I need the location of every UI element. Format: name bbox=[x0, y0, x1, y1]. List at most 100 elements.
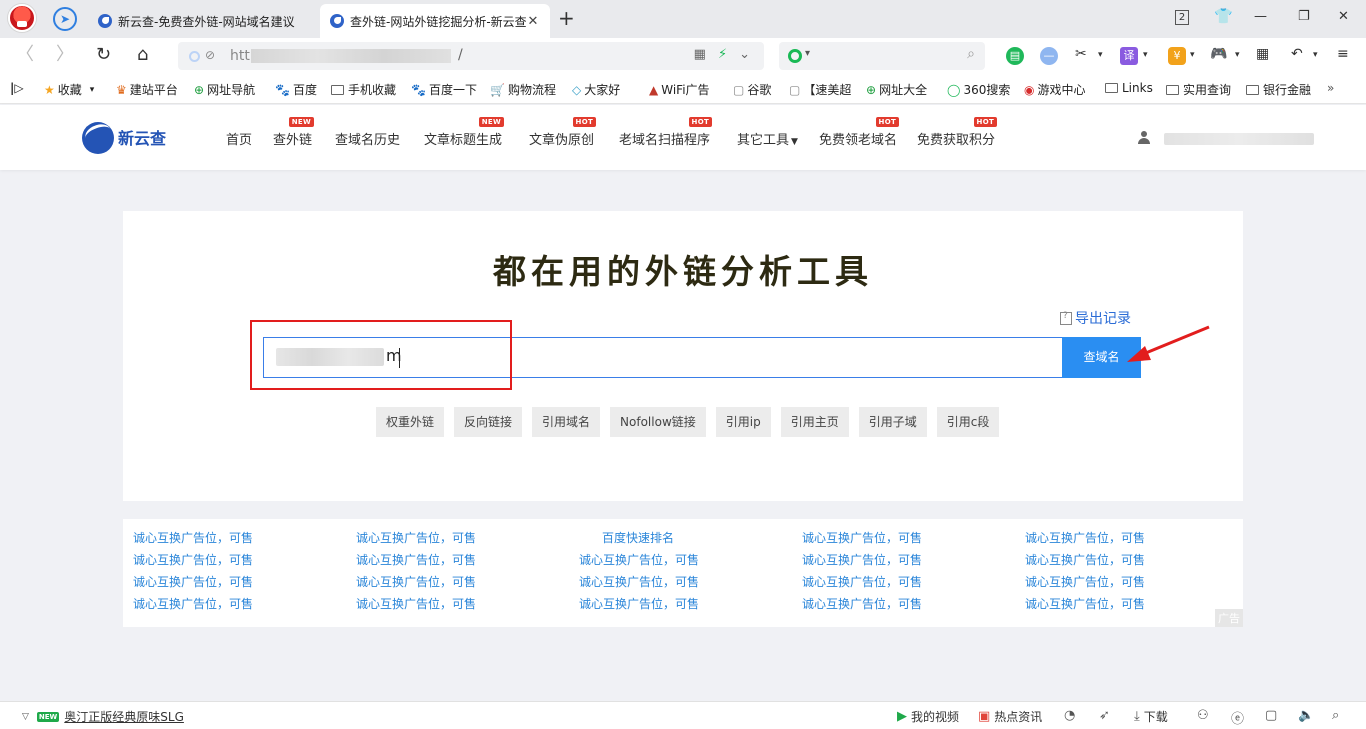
speed-icon[interactable]: ◔ bbox=[1064, 708, 1075, 723]
bookmark-item[interactable]: 🐾 百度一下 bbox=[411, 81, 477, 98]
nav-free-old-domain[interactable]: 免费领老域名 HOT bbox=[819, 117, 900, 148]
browser-tab-2-active[interactable]: 查外链-网站外链挖掘分析-新云查 ✕ bbox=[320, 4, 550, 38]
bookmark-folder[interactable]: 银行金融 bbox=[1246, 81, 1311, 98]
ad-link[interactable]: 诚心互换广告位，可售 bbox=[579, 574, 802, 590]
gamepad-icon[interactable]: 🎮 bbox=[1210, 46, 1227, 62]
ad-link[interactable]: 诚心互换广告位，可售 bbox=[133, 596, 356, 612]
bookmark-item[interactable]: ♛ 建站平台 bbox=[116, 81, 178, 98]
ad-link[interactable]: 诚心互换广告位，可售 bbox=[579, 596, 802, 612]
ad-link[interactable]: 诚心互换广告位，可售 bbox=[356, 552, 579, 568]
glasses-icon[interactable]: ⚇ bbox=[1197, 708, 1209, 723]
nav-other-tools[interactable]: 其它工具 ▼ bbox=[737, 129, 798, 148]
bookmark-item[interactable]: ▢ 谷歌 bbox=[733, 81, 771, 98]
tab-referring-subdomains[interactable]: 引用子域 bbox=[858, 407, 927, 437]
site-logo-text[interactable]: 新云查 bbox=[118, 125, 166, 149]
promo-link[interactable]: 奥汀正版经典原味SLG bbox=[64, 708, 184, 725]
more-bookmarks-icon[interactable]: » bbox=[1327, 81, 1334, 95]
back-arrow-icon[interactable]: 〈 bbox=[16, 46, 34, 64]
bookmark-favorites[interactable]: ★ 收藏 ▾ bbox=[44, 81, 97, 98]
minus-circle-icon[interactable]: — bbox=[1040, 47, 1058, 65]
home-icon[interactable]: ⌂ bbox=[137, 46, 148, 64]
chevron-down-icon[interactable]: ⌄ bbox=[739, 47, 750, 62]
rocket-icon[interactable]: ➶ bbox=[1099, 708, 1110, 723]
ad-link[interactable]: 诚心互换广告位，可售 bbox=[802, 552, 1025, 568]
bookmark-item[interactable]: ⊕ 网址大全 bbox=[866, 81, 927, 98]
tab-referring-ip[interactable]: 引用ip bbox=[715, 407, 771, 437]
nav-domain-history[interactable]: 查域名历史 bbox=[335, 129, 400, 148]
bookmark-item[interactable]: 🐾 百度 bbox=[275, 81, 317, 98]
bookmark-item[interactable]: 🛒 购物流程 bbox=[490, 81, 556, 98]
ad-link[interactable]: 诚心互换广告位，可售 bbox=[579, 552, 802, 568]
tab-count-badge[interactable]: 2 bbox=[1175, 10, 1189, 25]
ad-link[interactable]: 诚心互换广告位，可售 bbox=[802, 530, 1025, 546]
bookmark-folder[interactable]: 手机收藏 bbox=[331, 81, 396, 98]
ad-link[interactable]: 诚心互换广告位，可售 bbox=[356, 530, 579, 546]
tab-nofollow-links[interactable]: Nofollow链接 bbox=[610, 407, 706, 437]
ad-link[interactable]: 诚心互换广告位，可售 bbox=[1025, 574, 1243, 590]
tab-reverse-links[interactable]: 反向链接 bbox=[454, 407, 523, 437]
ad-link[interactable]: 百度快速排名 bbox=[579, 530, 802, 546]
zoom-search-icon[interactable]: ⌕ bbox=[1332, 708, 1339, 723]
coupon-shield-icon[interactable]: ¥ bbox=[1168, 47, 1186, 65]
promo-item[interactable]: ▽ NEW 奥汀正版经典原味SLG bbox=[22, 708, 184, 725]
qr-code-icon[interactable]: ▦ bbox=[694, 47, 706, 62]
undo-icon[interactable]: ↶ bbox=[1291, 46, 1303, 62]
user-icon[interactable] bbox=[1138, 131, 1150, 145]
bookmark-item[interactable]: ◇ 大家好 bbox=[572, 81, 620, 98]
scissors-icon[interactable]: ✂ bbox=[1075, 46, 1087, 62]
volume-icon[interactable]: 🔈 bbox=[1298, 708, 1314, 723]
restore-icon[interactable]: ❐ bbox=[1298, 9, 1310, 24]
game-dropdown-icon[interactable]: ▾ bbox=[1235, 50, 1240, 60]
translate-dropdown-icon[interactable]: ▾ bbox=[1143, 50, 1148, 60]
nav-backlinks[interactable]: 查外链 NEW bbox=[273, 117, 315, 148]
search-engine-box[interactable]: ▾ ⌕ bbox=[779, 42, 985, 70]
privacy-blocked-icon[interactable]: ⊘ bbox=[205, 48, 215, 62]
translate-icon[interactable]: 译 bbox=[1120, 47, 1138, 65]
forward-arrow-icon[interactable]: 〉 bbox=[56, 46, 74, 64]
hot-news-item[interactable]: ▣ 热点资讯 bbox=[978, 708, 1042, 725]
ad-link[interactable]: 诚心互换广告位，可售 bbox=[133, 530, 356, 546]
search-icon[interactable]: ⌕ bbox=[967, 46, 975, 62]
tab-referring-homepage[interactable]: 引用主页 bbox=[780, 407, 849, 437]
browser-logo-icon[interactable] bbox=[8, 4, 36, 32]
ad-link[interactable]: 诚心互换广告位，可售 bbox=[802, 596, 1025, 612]
ad-link[interactable]: 诚心互换广告位，可售 bbox=[356, 574, 579, 590]
ad-link[interactable]: 诚心互换广告位，可售 bbox=[1025, 596, 1243, 612]
speed-bolt-icon[interactable]: ⚡ bbox=[718, 47, 727, 62]
reader-book-icon[interactable]: ▤ bbox=[1006, 47, 1024, 65]
window-close-icon[interactable]: ✕ bbox=[1338, 9, 1349, 24]
nav-title-generator[interactable]: 文章标题生成 NEW bbox=[424, 117, 505, 148]
bookmark-item[interactable]: ◯ 360搜索 bbox=[947, 81, 1010, 98]
bookmark-item[interactable]: ⊕ 网址导航 bbox=[194, 81, 255, 98]
navigation-compass-icon[interactable]: ➤ bbox=[53, 7, 77, 31]
ad-link[interactable]: 诚心互换广告位，可售 bbox=[1025, 552, 1243, 568]
menu-icon[interactable]: ≡ bbox=[1337, 46, 1349, 62]
my-video-item[interactable]: ▶ 我的视频 bbox=[897, 708, 959, 725]
nav-old-domain-scanner[interactable]: 老域名扫描程序 HOT bbox=[619, 117, 713, 148]
ad-link[interactable]: 诚心互换广告位，可售 bbox=[133, 574, 356, 590]
ie-mode-icon[interactable]: ⓔ bbox=[1231, 708, 1244, 727]
nav-free-points[interactable]: 免费获取积分 HOT bbox=[917, 117, 998, 148]
window-icon[interactable]: ▢ bbox=[1265, 708, 1277, 723]
bookmark-item[interactable]: ◉ 游戏中心 bbox=[1024, 81, 1086, 98]
url-bar[interactable]: ⊘ htt / ▦ ⚡ ⌄ bbox=[178, 42, 764, 70]
tab-close-icon[interactable]: ✕ bbox=[526, 14, 540, 29]
site-logo-icon[interactable] bbox=[82, 122, 114, 154]
new-tab-button[interactable]: + bbox=[558, 8, 575, 28]
reload-icon[interactable]: ↻ bbox=[96, 46, 111, 64]
ad-link[interactable]: 诚心互换广告位，可售 bbox=[356, 596, 579, 612]
minimize-icon[interactable]: — bbox=[1254, 9, 1267, 24]
skin-shirt-icon[interactable]: 👕 bbox=[1214, 7, 1233, 25]
nav-article-rewrite[interactable]: 文章伪原创 HOT bbox=[529, 117, 597, 148]
bookmark-folder[interactable]: 实用查询 bbox=[1166, 81, 1231, 98]
sidebar-toggle-icon[interactable]: |▷ bbox=[10, 81, 24, 95]
bookmark-item[interactable]: ▢ 【速美超 bbox=[789, 81, 851, 98]
ad-link[interactable]: 诚心互换广告位，可售 bbox=[133, 552, 356, 568]
browser-tab-1[interactable]: 新云查-免费查外链-网站域名建议 bbox=[88, 4, 318, 38]
tab-weighted-links[interactable]: 权重外链 bbox=[376, 407, 445, 437]
user-name-redacted[interactable] bbox=[1164, 133, 1314, 145]
ad-link[interactable]: 诚心互换广告位，可售 bbox=[1025, 530, 1243, 546]
scissors-dropdown-icon[interactable]: ▾ bbox=[1098, 50, 1103, 60]
nav-home[interactable]: 首页 bbox=[226, 129, 252, 148]
tab-referring-domains[interactable]: 引用域名 bbox=[532, 407, 601, 437]
